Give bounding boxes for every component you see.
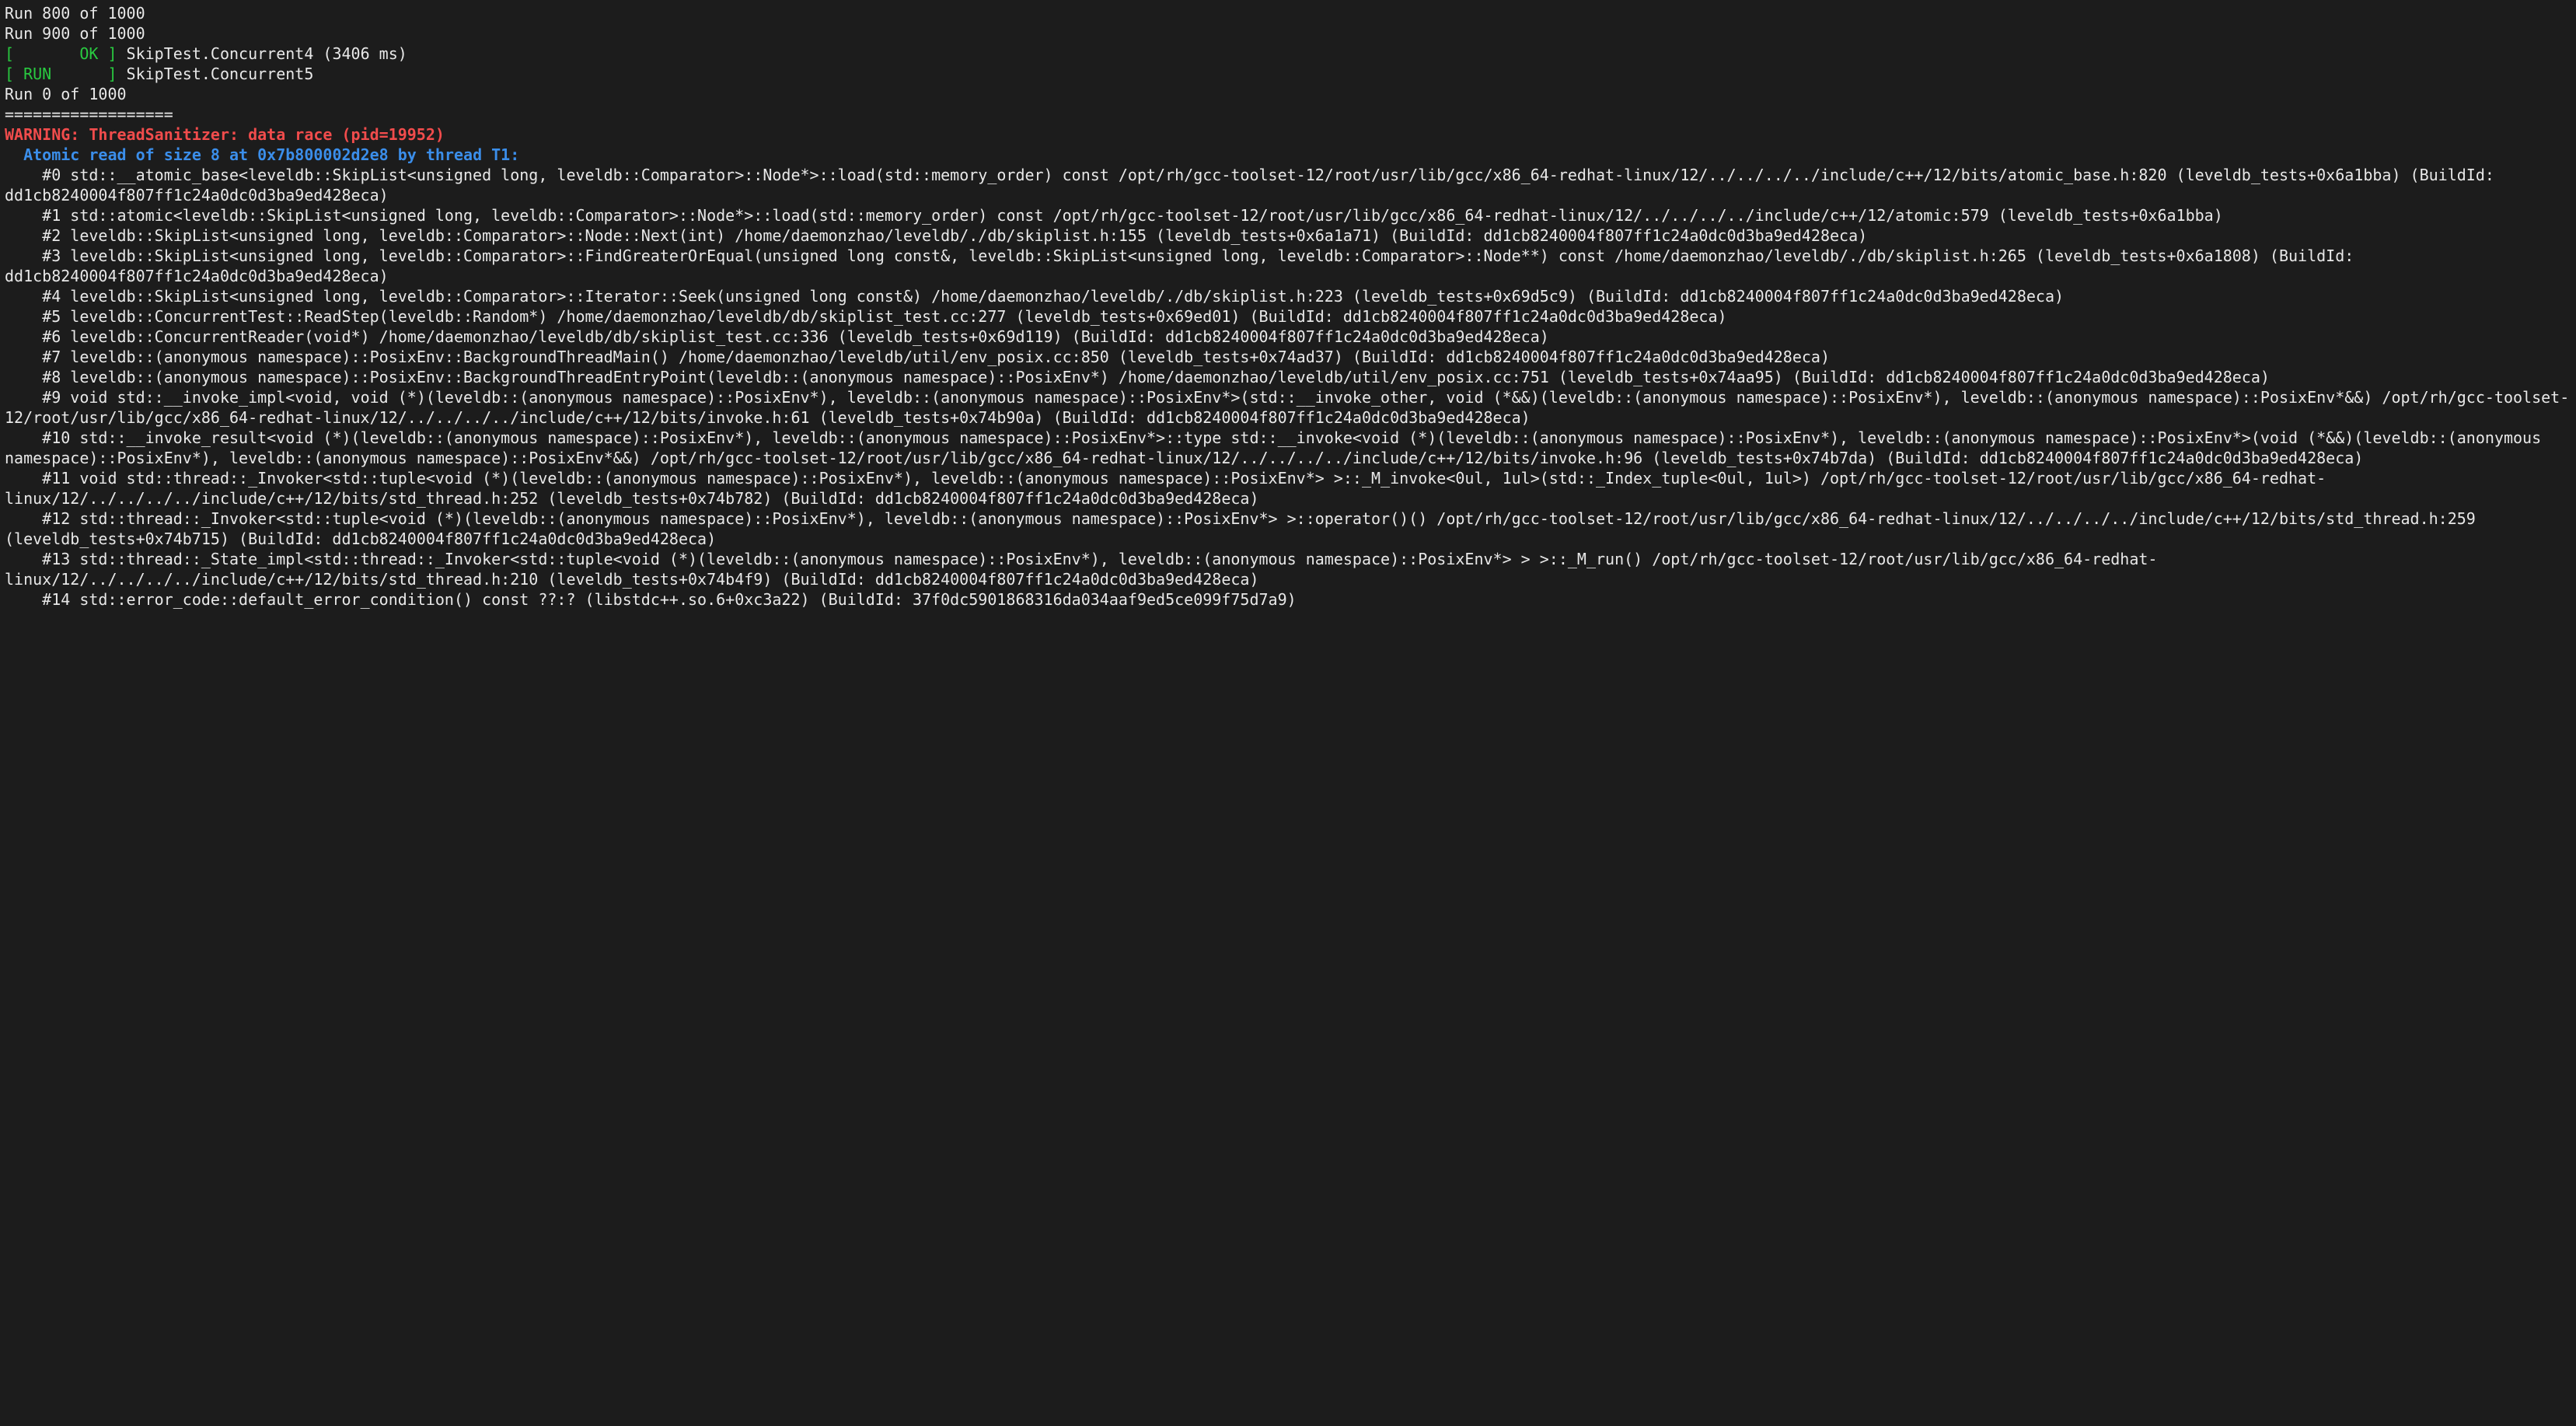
stack-frame: #11 void std::thread::_Invoker<std::tupl…: [5, 468, 2571, 509]
test-run-line: [ RUN ] SkipTest.Concurrent5: [5, 64, 2571, 84]
stack-frame: #5 leveldb::ConcurrentTest::ReadStep(lev…: [5, 306, 2571, 327]
stack-frames: #0 std::__atomic_base<leveldb::SkipList<…: [5, 165, 2571, 610]
stack-frame: #12 std::thread::_Invoker<std::tuple<voi…: [5, 509, 2571, 549]
stack-frame: #0 std::__atomic_base<leveldb::SkipList<…: [5, 165, 2571, 205]
stack-frame: #3 leveldb::SkipList<unsigned long, leve…: [5, 246, 2571, 286]
stack-frame: #6 leveldb::ConcurrentReader(void*) /hom…: [5, 327, 2571, 347]
separator-line: ==================: [5, 104, 2571, 124]
stack-frame: #9 void std::__invoke_impl<void, void (*…: [5, 387, 2571, 428]
stack-frame: #2 leveldb::SkipList<unsigned long, leve…: [5, 225, 2571, 246]
tsan-warning-line: WARNING: ThreadSanitizer: data race (pid…: [5, 124, 2571, 145]
stack-frame: #14 std::error_code::default_error_condi…: [5, 589, 2571, 610]
stack-frame: #10 std::__invoke_result<void (*)(leveld…: [5, 428, 2571, 468]
stack-frame: #7 leveldb::(anonymous namespace)::Posix…: [5, 347, 2571, 367]
terminal-output[interactable]: Run 800 of 1000Run 900 of 1000[ OK ] Ski…: [0, 0, 2576, 613]
ok-bracket: [ OK ]: [5, 44, 127, 63]
run-test-name: SkipTest.Concurrent5: [127, 65, 314, 83]
run-progress-line: Run 800 of 1000: [5, 3, 2571, 23]
run-progress-line: Run 0 of 1000: [5, 84, 2571, 104]
test-ok-line: [ OK ] SkipTest.Concurrent4 (3406 ms): [5, 44, 2571, 64]
ok-test-name: SkipTest.Concurrent4 (3406 ms): [127, 44, 407, 63]
stack-frame: #8 leveldb::(anonymous namespace)::Posix…: [5, 367, 2571, 387]
run-progress-line: Run 900 of 1000: [5, 23, 2571, 44]
stack-frame: #4 leveldb::SkipList<unsigned long, leve…: [5, 286, 2571, 306]
run-bracket: [ RUN ]: [5, 65, 127, 83]
tsan-atomic-read-line: Atomic read of size 8 at 0x7b800002d2e8 …: [5, 145, 2571, 165]
stack-frame: #13 std::thread::_State_impl<std::thread…: [5, 549, 2571, 589]
stack-frame: #1 std::atomic<leveldb::SkipList<unsigne…: [5, 205, 2571, 225]
